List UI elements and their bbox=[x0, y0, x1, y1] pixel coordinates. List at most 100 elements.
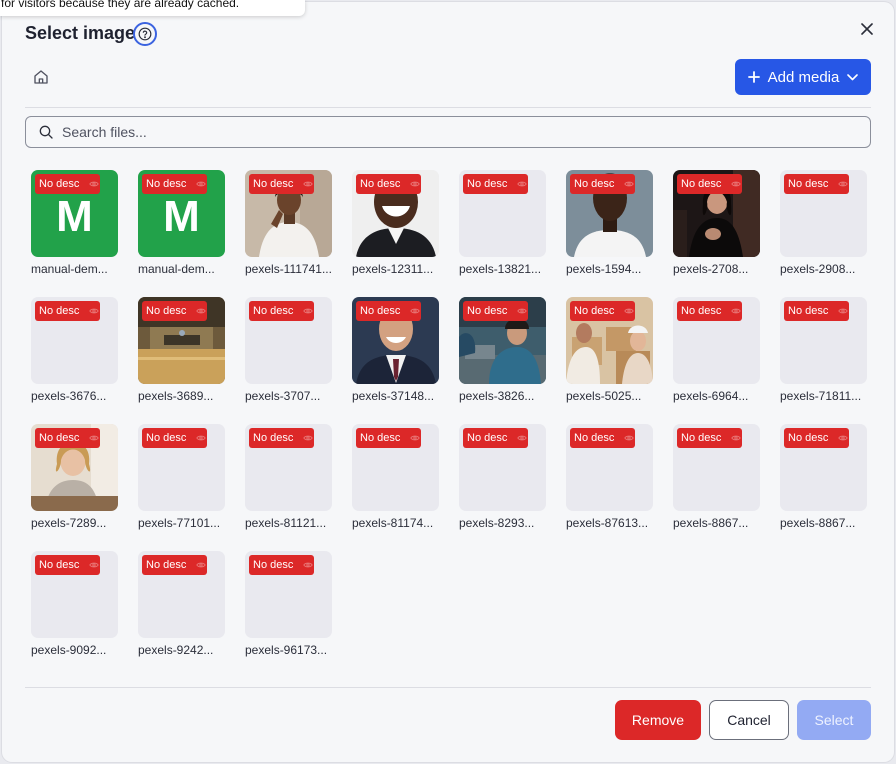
file-tile[interactable]: No desc pexels-81121... bbox=[245, 424, 332, 531]
eye-icon bbox=[731, 181, 742, 187]
file-tile[interactable]: No desc pexels-77101... bbox=[138, 424, 225, 531]
no-desc-badge: No desc bbox=[463, 174, 528, 194]
file-tile[interactable]: No desc pexels-3676... bbox=[31, 297, 118, 404]
cancel-button[interactable]: Cancel bbox=[709, 700, 789, 740]
badge-label: No desc bbox=[788, 432, 829, 444]
file-thumbnail: No desc bbox=[138, 551, 225, 638]
file-thumbnail: No desc bbox=[459, 170, 546, 257]
file-thumbnail: No desc bbox=[780, 297, 867, 384]
no-desc-badge: No desc bbox=[142, 555, 207, 575]
add-media-button[interactable]: Add media bbox=[735, 59, 871, 95]
no-desc-badge: No desc bbox=[249, 301, 314, 321]
select-button[interactable]: Select bbox=[797, 700, 871, 740]
badge-label: No desc bbox=[253, 432, 294, 444]
file-thumbnail: M No desc bbox=[138, 170, 225, 257]
file-name: pexels-3689... bbox=[138, 389, 214, 403]
file-tile[interactable]: No desc pexels-1594... bbox=[566, 170, 653, 277]
search-input[interactable] bbox=[62, 117, 852, 147]
file-thumbnail: No desc bbox=[673, 170, 760, 257]
file-tile[interactable]: No desc pexels-37148... bbox=[352, 297, 439, 404]
file-tile[interactable]: No desc pexels-8867... bbox=[780, 424, 867, 531]
no-desc-badge: No desc bbox=[35, 428, 100, 448]
file-tile[interactable]: No desc pexels-9242... bbox=[138, 551, 225, 658]
file-tile[interactable]: No desc pexels-12311... bbox=[352, 170, 439, 277]
badge-label: No desc bbox=[574, 178, 615, 190]
file-thumbnail: No desc bbox=[31, 297, 118, 384]
no-desc-badge: No desc bbox=[142, 428, 207, 448]
badge-label: No desc bbox=[253, 559, 294, 571]
eye-icon bbox=[410, 435, 421, 441]
no-desc-badge: No desc bbox=[677, 174, 742, 194]
eye-icon bbox=[624, 435, 635, 441]
file-name: pexels-9242... bbox=[138, 643, 214, 657]
plus-icon bbox=[747, 71, 760, 83]
eye-icon bbox=[624, 181, 635, 187]
file-name: pexels-13821... bbox=[459, 262, 542, 276]
badge-label: No desc bbox=[574, 432, 615, 444]
file-thumbnail: No desc bbox=[566, 297, 653, 384]
search-box[interactable] bbox=[25, 116, 871, 148]
file-tile[interactable]: No desc pexels-3707... bbox=[245, 297, 332, 404]
file-thumbnail: No desc bbox=[31, 551, 118, 638]
file-tile[interactable]: No desc pexels-3689... bbox=[138, 297, 225, 404]
badge-label: No desc bbox=[146, 178, 187, 190]
file-tile[interactable]: No desc pexels-81174... bbox=[352, 424, 439, 531]
file-tile[interactable]: No desc pexels-71811... bbox=[780, 297, 867, 404]
eye-icon bbox=[838, 435, 849, 441]
file-tile[interactable]: No desc pexels-5025... bbox=[566, 297, 653, 404]
file-tile[interactable]: No desc pexels-13821... bbox=[459, 170, 546, 277]
badge-label: No desc bbox=[681, 178, 722, 190]
eye-icon bbox=[410, 181, 421, 187]
file-name: pexels-3826... bbox=[459, 389, 535, 403]
file-tile[interactable]: No desc pexels-2908... bbox=[780, 170, 867, 277]
file-tile[interactable]: No desc pexels-111741... bbox=[245, 170, 332, 277]
eye-icon bbox=[838, 181, 849, 187]
file-tile[interactable]: No desc pexels-9092... bbox=[31, 551, 118, 658]
file-tile[interactable]: No desc pexels-2708... bbox=[673, 170, 760, 277]
file-tile[interactable]: No desc pexels-3826... bbox=[459, 297, 546, 404]
header-divider bbox=[25, 107, 871, 108]
badge-label: No desc bbox=[39, 432, 80, 444]
home-icon[interactable] bbox=[31, 67, 51, 87]
file-tile[interactable]: No desc pexels-87613... bbox=[566, 424, 653, 531]
badge-label: No desc bbox=[39, 178, 80, 190]
tooltip-text: for visitors because they are already ca… bbox=[1, 0, 240, 10]
file-thumbnail: No desc bbox=[673, 297, 760, 384]
file-thumbnail: No desc bbox=[780, 170, 867, 257]
file-tile[interactable]: No desc pexels-8867... bbox=[673, 424, 760, 531]
file-name: pexels-8293... bbox=[459, 516, 535, 530]
eye-icon bbox=[303, 435, 314, 441]
badge-label: No desc bbox=[146, 559, 187, 571]
eye-icon bbox=[517, 181, 528, 187]
badge-label: No desc bbox=[681, 432, 722, 444]
file-tile[interactable]: No desc pexels-7289... bbox=[31, 424, 118, 531]
file-tile[interactable]: M No desc manual-dem... bbox=[138, 170, 225, 277]
close-icon[interactable] bbox=[858, 20, 876, 38]
file-thumbnail: No desc bbox=[245, 424, 332, 511]
eye-icon bbox=[731, 435, 742, 441]
file-name: pexels-81121... bbox=[245, 516, 327, 530]
file-name: pexels-8867... bbox=[673, 516, 749, 530]
file-name: pexels-2908... bbox=[780, 262, 856, 276]
file-tile[interactable]: No desc pexels-8293... bbox=[459, 424, 546, 531]
file-thumbnail: No desc bbox=[780, 424, 867, 511]
eye-icon bbox=[410, 308, 421, 314]
file-thumbnail: No desc bbox=[245, 551, 332, 638]
file-name: manual-dem... bbox=[138, 262, 215, 276]
remove-button[interactable]: Remove bbox=[615, 700, 701, 740]
badge-label: No desc bbox=[467, 432, 508, 444]
file-tile[interactable]: M No desc manual-dem... bbox=[31, 170, 118, 277]
eye-icon bbox=[303, 308, 314, 314]
no-desc-badge: No desc bbox=[249, 174, 314, 194]
file-tile[interactable]: No desc pexels-6964... bbox=[673, 297, 760, 404]
file-thumbnail: No desc bbox=[138, 424, 225, 511]
eye-icon bbox=[731, 308, 742, 314]
eye-icon bbox=[89, 562, 100, 568]
file-thumbnail: No desc bbox=[673, 424, 760, 511]
help-icon[interactable] bbox=[133, 22, 157, 46]
no-desc-badge: No desc bbox=[463, 428, 528, 448]
file-name: pexels-9092... bbox=[31, 643, 107, 657]
file-thumbnail: No desc bbox=[459, 297, 546, 384]
file-thumbnail: No desc bbox=[566, 170, 653, 257]
file-tile[interactable]: No desc pexels-96173... bbox=[245, 551, 332, 658]
